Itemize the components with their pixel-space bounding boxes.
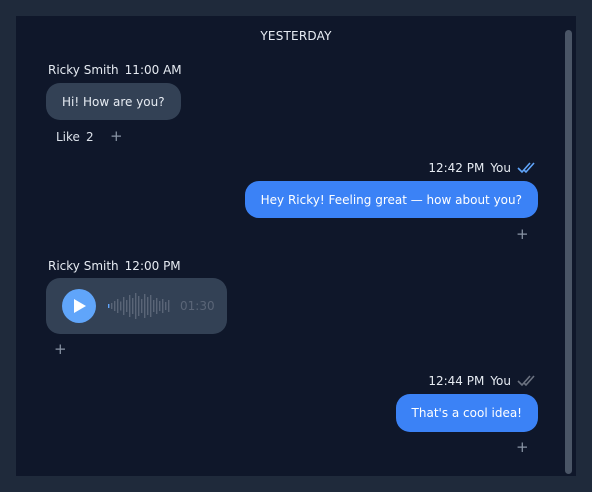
plus-icon[interactable]: + (516, 440, 529, 455)
double-check-icon (517, 375, 535, 387)
message-time: 11:00 AM (124, 63, 182, 77)
message-time: 12:42 PM (428, 161, 485, 175)
audio-waveform[interactable] (107, 292, 173, 320)
waveform-bar (168, 300, 170, 312)
message-time: 12:44 PM (428, 374, 485, 388)
waveform-bar (150, 295, 152, 317)
plus-icon[interactable]: + (516, 227, 529, 242)
message-meta: 12:42 PM You (428, 161, 538, 175)
waveform-bar (144, 294, 146, 318)
waveform-bar (108, 304, 110, 308)
message-text: Hi! How are you? (62, 94, 165, 109)
waveform-bar (138, 296, 140, 316)
waveform-bar (117, 299, 119, 313)
reaction-label: Like (56, 130, 80, 144)
play-button[interactable] (62, 289, 96, 323)
waveform-bar (147, 297, 149, 315)
waveform-bar (135, 293, 137, 319)
message-text: That's a cool idea! (411, 406, 522, 420)
play-icon (74, 299, 86, 313)
sender-name: Ricky Smith (48, 63, 119, 77)
plus-icon[interactable]: + (110, 129, 123, 144)
scrollbar[interactable] (565, 30, 572, 474)
message-meta: 12:44 PM You (428, 374, 538, 388)
waveform-bar (132, 298, 134, 314)
waveform-bar (120, 301, 122, 311)
waveform-bar (159, 301, 161, 311)
sender-name: You (490, 161, 511, 175)
message-bubble-outgoing[interactable]: Hey Ricky! Feeling great — how about you… (244, 181, 538, 218)
reaction-count: 2 (85, 130, 94, 144)
message-bubble-outgoing[interactable]: That's a cool idea! (395, 394, 538, 432)
plus-icon[interactable]: + (54, 342, 67, 357)
waveform-bar (156, 298, 158, 314)
message-meta: Ricky Smith 11:00 AM (48, 63, 182, 77)
waveform-bar (153, 300, 155, 312)
waveform-bar (141, 299, 143, 313)
reaction-like[interactable]: Like 2 (56, 130, 94, 144)
waveform-bar (123, 297, 125, 315)
waveform-bar (162, 299, 164, 313)
waveform-bar (126, 300, 128, 312)
waveform-bar (111, 303, 113, 309)
waveform-bar (114, 301, 116, 311)
message-bubble-incoming[interactable]: Hi! How are you? (46, 83, 181, 120)
voice-duration: 01:30 (180, 299, 215, 313)
waveform-bar (129, 295, 131, 317)
sender-name: You (490, 374, 511, 388)
message-text: Hey Ricky! Feeling great — how about you… (260, 192, 522, 207)
message-meta: Ricky Smith 12:00 PM (48, 259, 181, 273)
message-time: 12:00 PM (124, 259, 181, 273)
chat-panel: YESTERDAY Ricky Smith 11:00 AM Hi! How ar… (16, 16, 576, 476)
voice-message-bubble: 01:30 (46, 278, 227, 334)
double-check-icon (517, 162, 535, 174)
day-separator: YESTERDAY (260, 29, 332, 43)
sender-name: Ricky Smith (48, 259, 119, 273)
waveform-bar (165, 302, 167, 310)
